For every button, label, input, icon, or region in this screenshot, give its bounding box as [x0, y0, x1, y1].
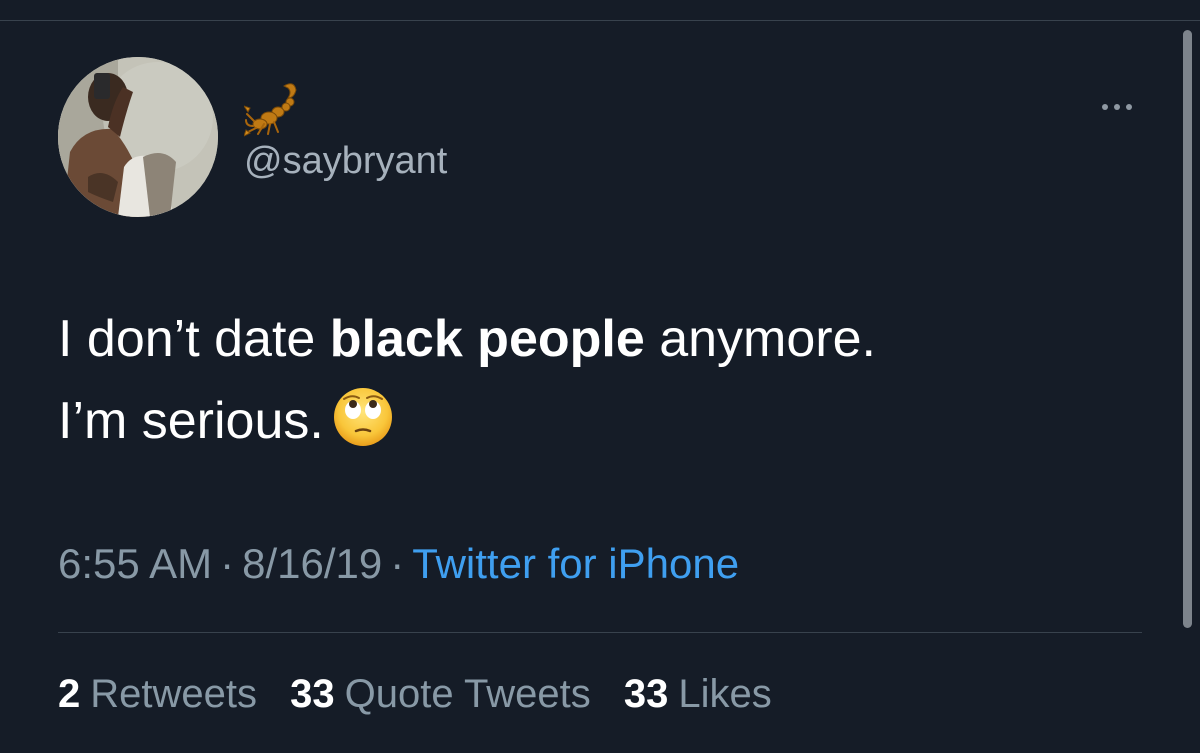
tweet-source-link[interactable]: Twitter for iPhone — [412, 540, 739, 587]
tweet-text-line2: I’m serious. — [58, 392, 324, 450]
separator: · — [220, 540, 235, 587]
tweet-text-bold: black people — [329, 310, 645, 368]
dot-icon — [1102, 104, 1108, 110]
more-options-button[interactable] — [1094, 95, 1140, 119]
avatar[interactable] — [58, 57, 218, 217]
dot-icon — [1114, 104, 1120, 110]
likes-stat[interactable]: 33 Likes — [624, 672, 772, 716]
tweet-text-part1: I don’t date — [58, 310, 330, 368]
likes-count: 33 — [623, 672, 669, 716]
tweet-text-part2: anymore. — [644, 310, 876, 368]
retweets-stat[interactable]: 2 Retweets — [58, 672, 257, 716]
tweet-line-2: I’m serious. — [58, 380, 1158, 462]
scorpion-icon — [244, 76, 302, 138]
likes-label: Likes — [678, 672, 772, 716]
avatar-image — [58, 57, 218, 217]
dot-icon — [1126, 104, 1132, 110]
user-handle[interactable]: @saybryant — [244, 142, 447, 180]
rolling-eyes-icon — [333, 388, 392, 446]
tweet-date: 8/16/19 — [242, 540, 383, 587]
scrollbar[interactable] — [1183, 30, 1192, 628]
separator: · — [390, 540, 405, 587]
tweet-stats: 2 Retweets 33 Quote Tweets 33 Likes — [58, 674, 794, 714]
tweet-time: 6:55 AM — [58, 540, 213, 587]
stats-divider — [58, 632, 1142, 633]
retweets-count: 2 — [58, 672, 81, 716]
tweet-text: I don’t date black people anymore. I’m s… — [58, 298, 1158, 462]
quote-tweets-stat[interactable]: 33 Quote Tweets — [290, 672, 591, 716]
top-divider — [0, 20, 1200, 21]
quote-tweets-label: Quote Tweets — [344, 672, 591, 716]
tweet-line-1: I don’t date black people anymore. — [58, 298, 1158, 380]
retweets-label: Retweets — [90, 672, 257, 716]
tweet-meta: 6:55 AM · 8/16/19 · Twitter for iPhone — [58, 543, 739, 585]
quote-tweets-count: 33 — [290, 672, 335, 716]
